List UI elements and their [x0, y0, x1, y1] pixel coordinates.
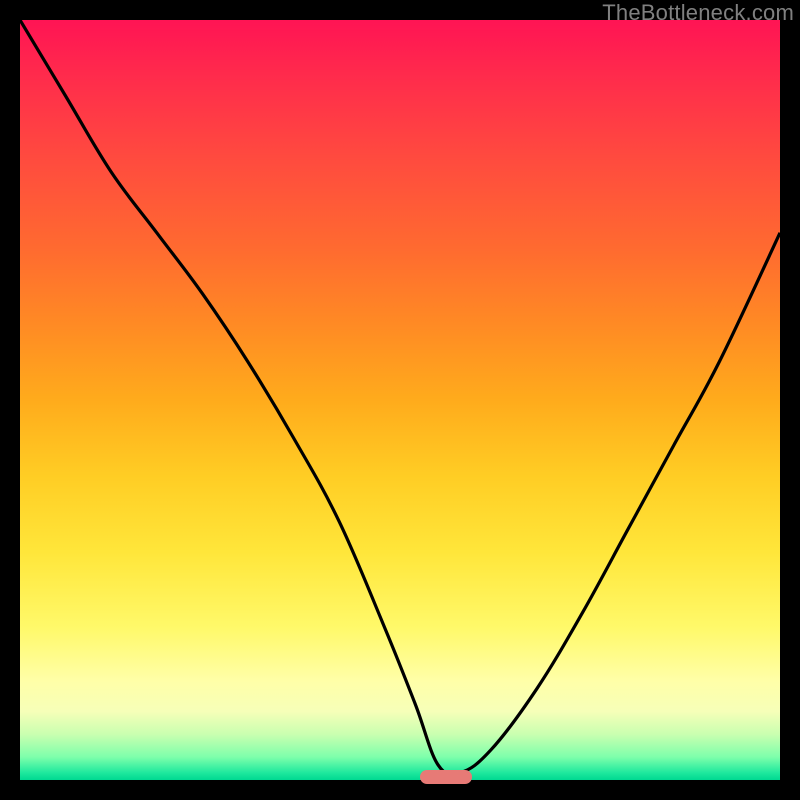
- bottleneck-curve: [20, 20, 780, 780]
- watermark-text: TheBottleneck.com: [602, 0, 794, 26]
- chart-frame: TheBottleneck.com: [0, 0, 800, 800]
- curve-path: [20, 20, 780, 774]
- plot-area: [20, 20, 780, 780]
- optimum-marker: [420, 770, 472, 784]
